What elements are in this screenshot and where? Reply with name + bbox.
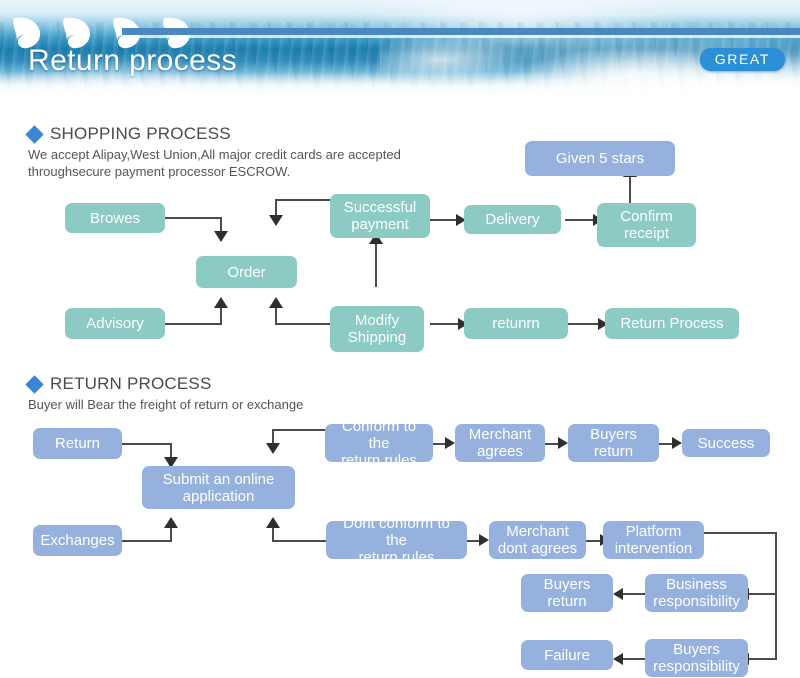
banner-rule bbox=[122, 28, 800, 35]
return-process-title: RETURN PROCESS bbox=[50, 374, 212, 393]
connector-conform-submit bbox=[272, 429, 325, 431]
connector-modify-order bbox=[275, 323, 333, 325]
node-browes[interactable]: Browes bbox=[65, 203, 165, 233]
connector-exchanges-submit-rise bbox=[170, 527, 172, 542]
shopping-process-title: SHOPPING PROCESS bbox=[50, 124, 231, 143]
connector-business-buyersreturn bbox=[622, 593, 645, 595]
connector-dontconform-exchanges bbox=[272, 540, 326, 542]
connector-advisory-order bbox=[165, 323, 222, 325]
arrowhead-dontconform-exchanges bbox=[266, 517, 280, 528]
arrowhead-modify-order bbox=[269, 297, 283, 308]
shopping-process-heading: SHOPPING PROCESS bbox=[25, 124, 231, 144]
node-advisory[interactable]: Advisory bbox=[65, 308, 165, 339]
node-failure[interactable]: Failure bbox=[521, 640, 613, 670]
node-conform-to-return-rules[interactable]: Conform to the return rules bbox=[325, 418, 433, 469]
page-banner: Return process GREAT bbox=[0, 0, 800, 98]
connector-platform-branch-vertical bbox=[775, 532, 777, 660]
connector-platform-branch-top bbox=[704, 532, 777, 534]
node-dont-conform-return-rules[interactable]: Dont conform to the return rules bbox=[326, 515, 467, 566]
return-process-heading: RETURN PROCESS bbox=[25, 374, 212, 394]
node-confirm-receipt[interactable]: Confirm receipt bbox=[597, 203, 696, 247]
connector-branch-to-buyersresp bbox=[748, 658, 777, 660]
connector-return-submit bbox=[122, 443, 172, 445]
node-merchant-dont-agrees[interactable]: Merchant dont agrees bbox=[489, 521, 586, 559]
connector-payment-delivery bbox=[430, 219, 458, 221]
connector-browes-order bbox=[165, 217, 222, 219]
node-submit-online-application[interactable]: Submit an online application bbox=[142, 466, 295, 509]
node-successful-payment[interactable]: Successful payment bbox=[330, 194, 430, 238]
connector-modify-order-rise bbox=[275, 308, 277, 325]
arrowhead-exchanges-submit bbox=[164, 517, 178, 528]
node-success[interactable]: Success bbox=[682, 429, 770, 457]
arrowhead-buyersresp-failure bbox=[613, 653, 623, 665]
node-modify-shipping[interactable]: Modify Shipping bbox=[330, 306, 424, 352]
diamond-bullet-icon bbox=[25, 124, 44, 144]
connector-order-payment bbox=[275, 199, 332, 201]
node-exchanges[interactable]: Exchanges bbox=[33, 525, 122, 556]
arrowhead-merchant-buyersreturn bbox=[558, 437, 568, 449]
connector-delivery-confirm bbox=[565, 219, 595, 221]
node-order[interactable]: Order bbox=[196, 256, 297, 288]
arrowhead-order-payment bbox=[269, 215, 283, 226]
great-badge: GREAT bbox=[699, 48, 785, 71]
page-title: Return process bbox=[28, 44, 238, 77]
diamond-bullet-icon bbox=[25, 374, 44, 394]
arrowhead-browes-order bbox=[214, 231, 228, 242]
arrowhead-advisory-order bbox=[214, 297, 228, 308]
node-merchant-agrees[interactable]: Merchant agrees bbox=[455, 424, 545, 462]
connector-retunrn-returnprocess bbox=[568, 323, 600, 325]
arrowhead-buyersreturn-success bbox=[672, 437, 682, 449]
connector-advisory-order-rise bbox=[220, 308, 222, 325]
node-retunrn[interactable]: retunrn bbox=[464, 308, 568, 339]
shopping-process-description: We accept Alipay,West Union,All major cr… bbox=[28, 147, 401, 179]
node-return[interactable]: Return bbox=[33, 428, 122, 459]
connector-buyersresp-failure bbox=[622, 658, 645, 660]
node-buyers-return-mid[interactable]: Buyers return bbox=[521, 574, 613, 612]
node-buyers-return-top[interactable]: Buyers return bbox=[568, 424, 659, 462]
connector-branch-to-business bbox=[748, 593, 777, 595]
arrowhead-business-buyersreturn bbox=[613, 588, 623, 600]
node-delivery[interactable]: Delivery bbox=[464, 205, 561, 234]
return-process-description: Buyer will Bear the freight of return or… bbox=[28, 397, 304, 412]
node-given-5-stars[interactable]: Given 5 stars bbox=[525, 141, 675, 176]
connector-dontconform-exchanges-rise bbox=[272, 527, 274, 542]
connector-modify-payment bbox=[375, 243, 377, 287]
arrowhead-conform-submit bbox=[266, 443, 280, 454]
node-business-responsibility[interactable]: Business responsibility bbox=[645, 574, 748, 612]
node-buyers-responsibility[interactable]: Buyers responsibility bbox=[645, 639, 748, 677]
arrowhead-dontconform-merchantdont bbox=[479, 534, 489, 546]
connector-confirm-stars bbox=[629, 176, 631, 205]
node-platform-intervention[interactable]: Platform intervention bbox=[603, 521, 704, 559]
arrowhead-conform-merchant bbox=[445, 437, 455, 449]
connector-modify-retunrn bbox=[430, 323, 460, 325]
banner-rule-highlight bbox=[122, 35, 800, 38]
connector-exchanges-submit bbox=[122, 540, 172, 542]
node-return-process[interactable]: Return Process bbox=[605, 308, 739, 339]
